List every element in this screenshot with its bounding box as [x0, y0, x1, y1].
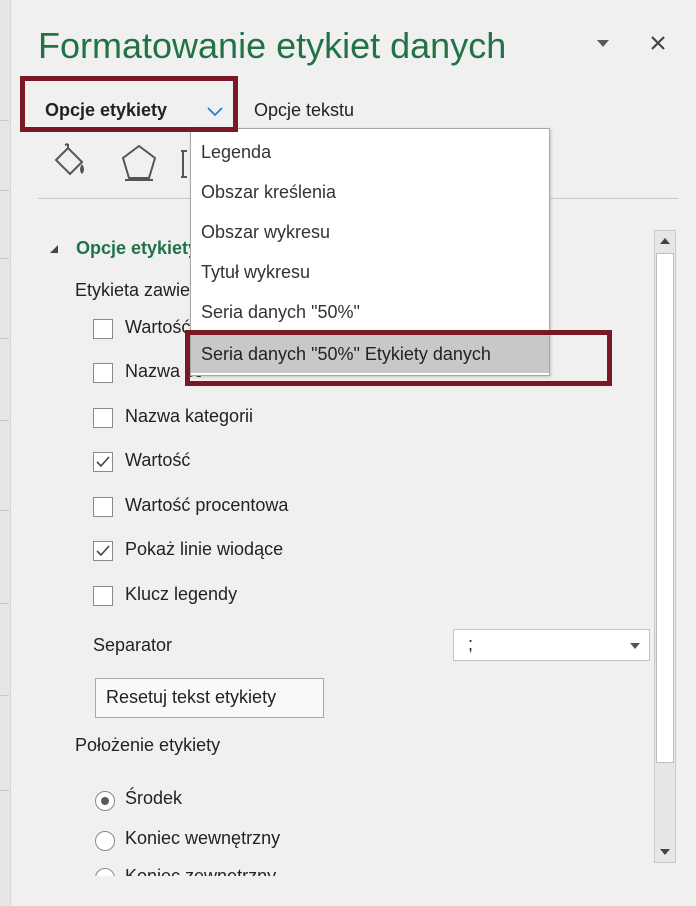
radio-label: Środek [125, 788, 183, 808]
checkbox-label: Pokaż linie wiodące [125, 539, 284, 559]
radio-label: Koniec zewnętrzny [125, 866, 277, 876]
row-divider [0, 510, 9, 511]
checkbox-series-name[interactable] [93, 363, 113, 383]
scroll-up-icon[interactable] [655, 231, 675, 251]
checkbox-category-name[interactable] [93, 408, 113, 428]
radio-outside-end[interactable] [95, 868, 115, 876]
checkbox-label: Klucz legendy [125, 584, 238, 604]
checkbox-label: Wartość procentowa [125, 495, 289, 515]
row-divider [0, 603, 9, 604]
separator-select[interactable]: ; [453, 629, 650, 661]
radio-center[interactable] [95, 791, 115, 811]
checkbox-label: Nazwa kategorii [125, 406, 254, 426]
dropdown-item-chart-title[interactable]: Tytuł wykresu [191, 253, 549, 291]
checkbox-value[interactable] [93, 452, 113, 472]
dropdown-item-series[interactable]: Seria danych "50%" [191, 293, 549, 331]
checkbox-legend-key[interactable] [93, 586, 113, 606]
checkmark-icon [96, 456, 110, 468]
checkbox-value-from-cells[interactable] [93, 319, 113, 339]
app-window: Formatowanie etykiet danych Opcje etykie… [0, 0, 696, 906]
highlight-box-dropdown-item [185, 330, 612, 386]
row-divider [0, 338, 9, 339]
collapse-triangle-icon[interactable] [48, 243, 60, 255]
worksheet-edge [0, 0, 10, 906]
row-divider [0, 790, 9, 791]
radio-inside-end[interactable] [95, 831, 115, 851]
row-divider [0, 190, 9, 191]
row-divider [0, 258, 9, 259]
dropdown-item-chart-area[interactable]: Obszar wykresu [191, 213, 549, 251]
close-icon[interactable] [643, 28, 673, 58]
radio-label: Koniec wewnętrzny [125, 828, 281, 848]
task-pane-options-icon[interactable] [588, 28, 618, 58]
reset-label-text-button[interactable]: Resetuj tekst etykiety [95, 678, 324, 718]
radio-selected-dot [101, 797, 109, 805]
cut-off-row: Koniec zewnętrzny [11, 862, 651, 876]
scroll-down-icon[interactable] [655, 842, 675, 862]
label-position-heading: Położenie etykiety [75, 735, 221, 755]
checkbox-label: Wartość [125, 450, 191, 470]
dropdown-item-legend[interactable]: Legenda [191, 133, 549, 171]
dropdown-item-plot-area[interactable]: Obszar kreślenia [191, 173, 549, 211]
row-divider [0, 420, 9, 421]
checkmark-icon [96, 545, 110, 557]
separator-label: Separator [93, 635, 173, 655]
scrollbar[interactable] [654, 230, 676, 863]
checkbox-percentage[interactable] [93, 497, 113, 517]
highlight-box-tab [20, 76, 238, 132]
tab-text-options[interactable]: Opcje tekstu [254, 100, 354, 121]
chevron-down-icon[interactable] [629, 642, 641, 650]
scroll-thumb[interactable] [656, 253, 674, 763]
effects-pentagon-icon[interactable] [117, 140, 161, 184]
checkbox-leader-lines[interactable] [93, 541, 113, 561]
row-divider [0, 120, 9, 121]
fill-line-icon[interactable] [46, 140, 90, 184]
pane-title: Formatowanie etykiet danych [38, 25, 507, 66]
row-divider [0, 695, 9, 696]
separator-value: ; [468, 634, 474, 654]
